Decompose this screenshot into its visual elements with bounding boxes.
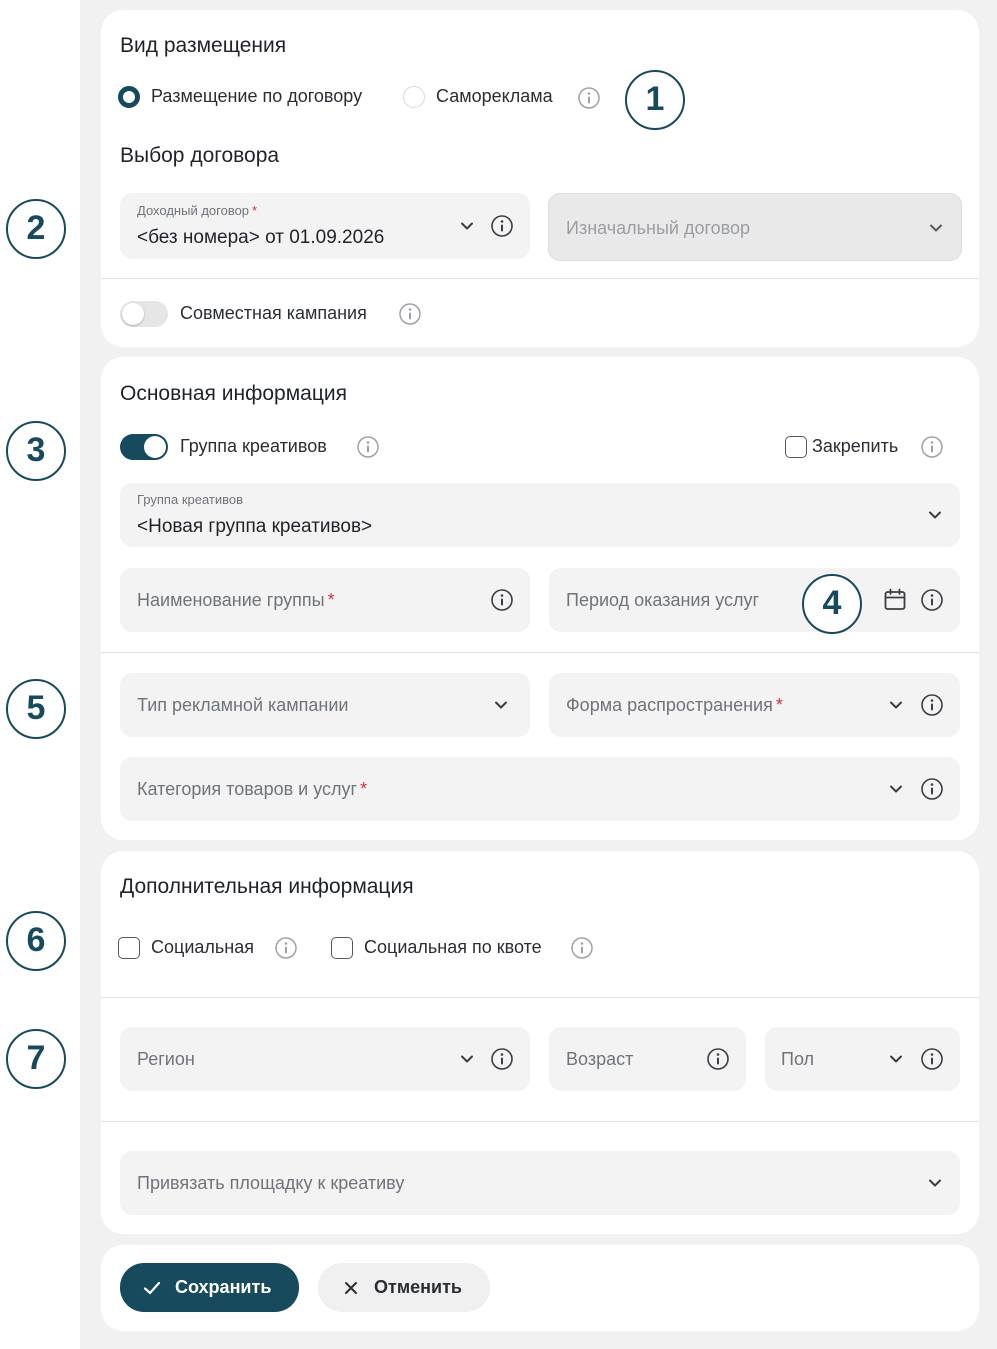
info-icon[interactable]	[706, 1047, 730, 1071]
age-input[interactable]: Возраст	[549, 1027, 746, 1091]
social-label[interactable]: Социальная	[151, 937, 254, 958]
info-icon[interactable]	[920, 1047, 944, 1071]
distribution-form-placeholder: Форма распространения *	[566, 695, 783, 716]
distribution-form-placeholder-text: Форма распространения	[566, 695, 773, 715]
cancel-button[interactable]: Отменить	[318, 1263, 490, 1312]
actions-card: Сохранить Отменить	[101, 1245, 979, 1331]
creative-group-toggle-label: Группа креативов	[180, 436, 327, 456]
divider	[101, 1121, 979, 1122]
toggle-knob	[122, 303, 144, 325]
info-icon[interactable]	[356, 435, 380, 459]
close-icon	[345, 1282, 357, 1294]
creative-group-select[interactable]: Группа креативов <Новая группа креативов…	[120, 483, 960, 547]
annotation-badge-1: 1	[625, 70, 685, 130]
service-period-input[interactable]: Период оказания услуг	[549, 568, 960, 632]
campaign-type-select[interactable]: Тип рекламной кампании	[120, 673, 530, 737]
annotation-badge-2: 2	[6, 199, 66, 259]
placement-card: Вид размещения Размещение по договору Са…	[101, 10, 979, 347]
save-button[interactable]: Сохранить	[120, 1263, 299, 1312]
group-name-placeholder-text: Наименование группы	[137, 590, 325, 610]
main-info-title: Основная информация	[120, 382, 347, 405]
social-quota-checkbox[interactable]	[331, 937, 353, 959]
bind-site-placeholder: Привязать площадку к креативу	[137, 1173, 405, 1193]
divider	[101, 278, 979, 279]
cancel-button-label: Отменить	[374, 1277, 462, 1297]
chevron-down-icon[interactable]	[926, 506, 944, 524]
chevron-down-icon[interactable]	[887, 1050, 905, 1068]
social-checkbox[interactable]	[118, 937, 140, 959]
radio-self-advertising[interactable]	[403, 86, 425, 108]
chevron-down-icon[interactable]	[927, 219, 945, 237]
pin-label[interactable]: Закрепить	[812, 436, 898, 457]
radio-contract-placement[interactable]	[118, 86, 140, 108]
extra-info-title: Дополнительная информация	[120, 875, 414, 898]
info-icon[interactable]	[577, 86, 601, 110]
required-mark: *	[327, 590, 335, 610]
info-icon[interactable]	[920, 435, 944, 459]
calendar-icon[interactable]	[882, 587, 908, 613]
info-icon[interactable]	[398, 302, 422, 326]
info-icon[interactable]	[570, 936, 594, 960]
annotation-badge-3: 3	[6, 421, 66, 481]
chevron-down-icon[interactable]	[926, 1174, 944, 1192]
region-placeholder: Регион	[137, 1049, 195, 1069]
gender-select[interactable]: Пол	[765, 1027, 960, 1091]
info-icon[interactable]	[490, 214, 514, 238]
age-placeholder: Возраст	[566, 1049, 634, 1069]
creative-group-value: <Новая группа креативов>	[137, 516, 373, 537]
chevron-down-icon[interactable]	[458, 1050, 476, 1068]
category-select[interactable]: Категория товаров и услуг *	[120, 757, 960, 821]
annotation-badge-6: 6	[6, 911, 66, 971]
gender-placeholder: Пол	[781, 1049, 815, 1069]
toggle-knob	[144, 436, 166, 458]
social-quota-label[interactable]: Социальная по квоте	[364, 937, 542, 958]
check-icon	[143, 1281, 161, 1295]
save-button-label: Сохранить	[175, 1277, 272, 1297]
region-select[interactable]: Регион	[120, 1027, 530, 1091]
group-name-placeholder: Наименование группы *	[137, 590, 335, 611]
required-mark: *	[252, 203, 258, 218]
category-placeholder: Категория товаров и услуг *	[137, 779, 367, 800]
info-icon[interactable]	[920, 588, 944, 612]
joint-campaign-label: Совместная кампания	[180, 303, 367, 323]
income-contract-value: <без номера> от 01.09.2026	[137, 227, 385, 248]
chevron-down-icon[interactable]	[492, 696, 510, 714]
extra-info-card: Дополнительная информация Социальная Соц…	[101, 851, 979, 1234]
annotation-badge-7: 7	[6, 1029, 66, 1089]
category-placeholder-text: Категория товаров и услуг	[137, 779, 358, 799]
income-contract-label: Доходный договор *	[137, 203, 257, 218]
service-period-placeholder: Период оказания услуг	[566, 590, 760, 610]
campaign-type-placeholder: Тип рекламной кампании	[137, 695, 349, 715]
creative-group-field-label: Группа креативов	[137, 492, 244, 507]
contract-title: Выбор договора	[120, 144, 280, 167]
distribution-form-select[interactable]: Форма распространения *	[549, 673, 960, 737]
income-contract-select[interactable]: Доходный договор * <без номера> от 01.09.…	[120, 193, 530, 259]
income-contract-label-text: Доходный договор	[137, 203, 250, 218]
chevron-down-icon[interactable]	[458, 217, 476, 235]
info-icon[interactable]	[274, 936, 298, 960]
group-name-input[interactable]: Наименование группы *	[120, 568, 530, 632]
info-icon[interactable]	[920, 777, 944, 801]
info-icon[interactable]	[920, 693, 944, 717]
info-icon[interactable]	[490, 1047, 514, 1071]
joint-campaign-toggle[interactable]	[120, 301, 168, 327]
initial-contract-placeholder: Изначальный договор	[566, 218, 751, 238]
chevron-down-icon[interactable]	[887, 780, 905, 798]
initial-contract-select[interactable]: Изначальный договор	[548, 193, 962, 261]
chevron-down-icon[interactable]	[887, 696, 905, 714]
divider	[101, 652, 979, 653]
required-mark: *	[775, 695, 783, 715]
placement-title: Вид размещения	[120, 34, 287, 57]
annotation-badge-4: 4	[802, 574, 862, 634]
bind-site-select[interactable]: Привязать площадку к креативу	[120, 1151, 960, 1215]
radio-self-advertising-label[interactable]: Самореклама	[436, 86, 553, 107]
divider	[101, 997, 979, 998]
required-mark: *	[360, 779, 368, 799]
pin-checkbox[interactable]	[785, 436, 807, 458]
annotation-badge-5: 5	[6, 679, 66, 739]
radio-contract-placement-label[interactable]: Размещение по договору	[151, 86, 362, 107]
info-icon[interactable]	[490, 588, 514, 612]
creative-group-toggle[interactable]	[120, 434, 168, 460]
